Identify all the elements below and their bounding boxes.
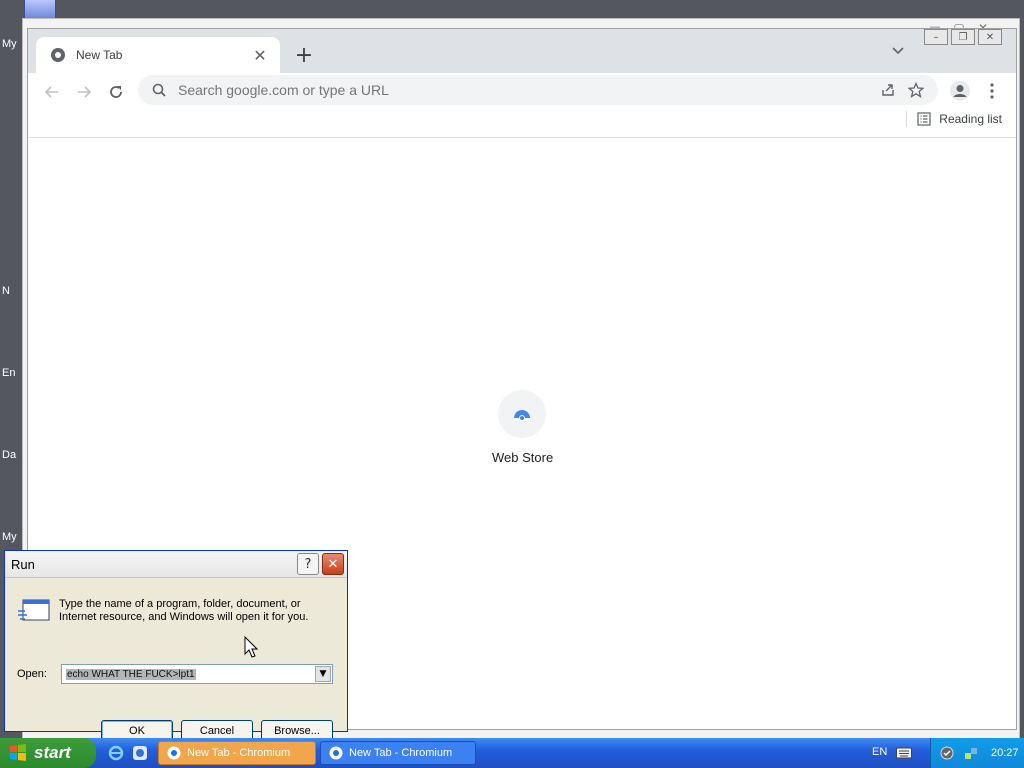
- combobox-dropdown-icon[interactable]: ▼: [315, 666, 331, 682]
- search-icon: [150, 81, 168, 99]
- close-button[interactable]: ✕: [322, 553, 344, 575]
- run-dialog-description: Type the name of a program, folder, docu…: [59, 598, 309, 623]
- help-button[interactable]: ?: [297, 553, 319, 575]
- desktop-icon-label[interactable]: My: [2, 38, 17, 50]
- run-dialog-titlebar[interactable]: Run ? ✕: [5, 551, 347, 578]
- omnibox[interactable]: [138, 75, 938, 105]
- back-arrow-icon[interactable]: [38, 78, 66, 106]
- restore-icon[interactable]: ❐: [951, 29, 975, 45]
- quick-launch: [106, 743, 150, 763]
- reload-icon[interactable]: [102, 78, 130, 106]
- taskbar-task-chromium-active[interactable]: New Tab - Chromium: [158, 741, 316, 765]
- open-input-value[interactable]: echo WHAT THE FUCK>lpt1: [66, 668, 196, 680]
- reading-list-label: Reading list: [939, 112, 1002, 126]
- desktop-icon-label[interactable]: My: [2, 531, 17, 543]
- system-tray: 20:27: [930, 738, 1024, 768]
- forward-arrow-icon[interactable]: [70, 78, 98, 106]
- chromium-favicon-icon: [51, 48, 65, 62]
- language-indicator[interactable]: EN: [872, 746, 887, 758]
- task-label: New Tab - Chromium: [349, 747, 453, 759]
- run-dialog-title: Run: [11, 556, 35, 572]
- network-icon[interactable]: [963, 745, 979, 761]
- share-icon[interactable]: [874, 78, 902, 102]
- chromium-quicklaunch-icon[interactable]: [130, 743, 150, 763]
- reading-list-icon: [917, 112, 931, 126]
- task-label: New Tab - Chromium: [187, 747, 291, 759]
- open-label: Open:: [17, 668, 47, 680]
- browser-toolbar: [28, 73, 1016, 109]
- shortcut-label: Web Store: [492, 450, 554, 465]
- bookmarks-bar: Reading list: [28, 109, 1016, 138]
- close-icon[interactable]: ✕: [978, 29, 1002, 45]
- windows-flag-icon: [10, 744, 26, 761]
- keyboard-icon[interactable]: [896, 746, 912, 760]
- desktop-icon-label[interactable]: En: [2, 367, 15, 379]
- desktop-icon-label[interactable]: N: [2, 285, 10, 297]
- shortcut-web-store[interactable]: Web Store: [492, 390, 554, 465]
- chromium-icon: [329, 746, 343, 760]
- new-tab-plus-icon[interactable]: +: [290, 41, 318, 69]
- tab-strip: New Tab ✕ + – ❐ ✕: [28, 29, 1016, 73]
- start-label: start: [34, 743, 71, 762]
- run-dialog: Run ? ✕ Type the name of a program, fold…: [4, 550, 348, 741]
- toolbar-right: [944, 77, 1008, 105]
- desktop-computer-icon[interactable]: [24, 0, 56, 19]
- internet-explorer-icon[interactable]: [106, 743, 126, 763]
- taskbar: start New Tab - Chromium New Tab - Chrom…: [0, 738, 1024, 768]
- web-store-icon: [514, 410, 530, 421]
- tab-search-chevron-icon[interactable]: [888, 41, 908, 61]
- clock: 20:27: [991, 747, 1019, 759]
- window-controls: – ❐ ✕: [921, 29, 1002, 45]
- run-dialog-body: Type the name of a program, folder, docu…: [5, 578, 347, 741]
- start-button[interactable]: start: [0, 738, 96, 768]
- tab-title: New Tab: [76, 48, 123, 62]
- divider: [906, 111, 908, 127]
- run-program-icon: [18, 599, 50, 621]
- omnibox-input[interactable]: [176, 81, 874, 99]
- kebab-menu-icon[interactable]: [976, 77, 1008, 105]
- chromium-icon: [167, 746, 181, 760]
- bookmark-star-icon[interactable]: [902, 78, 930, 102]
- security-shield-icon[interactable]: [939, 745, 955, 761]
- reading-list-button[interactable]: Reading list: [906, 111, 1002, 127]
- mouse-cursor-icon: [244, 636, 258, 658]
- minimize-icon[interactable]: –: [924, 29, 948, 45]
- desktop-icon-label[interactable]: Da: [2, 449, 16, 461]
- open-combobox[interactable]: echo WHAT THE FUCK>lpt1 ▼: [61, 664, 333, 684]
- profile-avatar-icon[interactable]: [944, 77, 976, 105]
- shortcut-tile: [498, 390, 546, 438]
- taskbar-task-chromium[interactable]: New Tab - Chromium: [320, 741, 476, 765]
- tab-close-icon[interactable]: ✕: [250, 45, 270, 65]
- tab-new-tab[interactable]: New Tab ✕: [36, 37, 280, 73]
